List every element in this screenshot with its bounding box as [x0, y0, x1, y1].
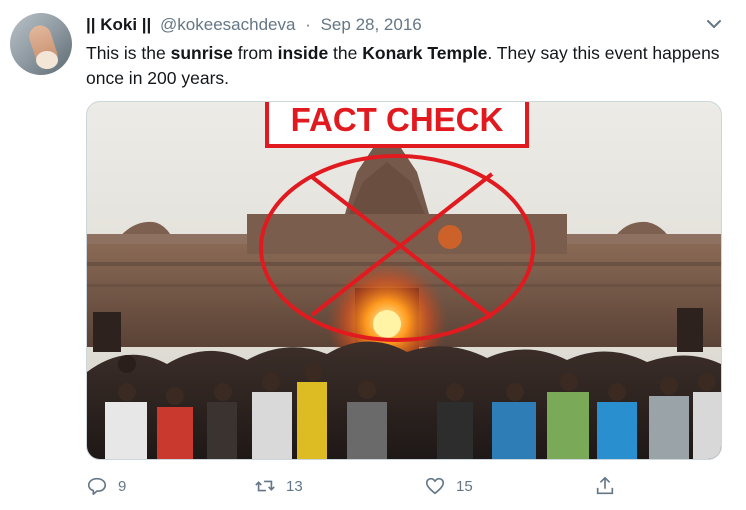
tweet-actions: 9 13 15: [86, 472, 726, 502]
separator-dot: ·: [305, 15, 311, 34]
display-name[interactable]: || Koki ||: [86, 15, 151, 34]
heart-icon: [425, 477, 445, 495]
tweet-text-bold: inside: [277, 43, 329, 63]
tweet-text-segment: the: [328, 43, 363, 63]
tweet-text-bold: sunrise: [170, 43, 233, 63]
reply-button[interactable]: 9: [86, 472, 126, 500]
share-icon: [596, 476, 614, 495]
avatar-ball: [36, 51, 58, 69]
tweet-header: || Koki || @kokeesachdeva · Sep 28, 2016: [86, 15, 422, 35]
temple-photo: FACT CHECK: [87, 102, 721, 459]
avatar[interactable]: [10, 13, 72, 75]
tweet-date[interactable]: Sep 28, 2016: [321, 15, 422, 34]
tweet-text-segment: from: [232, 43, 278, 63]
retweet-button[interactable]: 13: [254, 472, 303, 500]
chevron-down-icon[interactable]: [704, 14, 724, 34]
tweet-text: This is the sunrise from inside the Kona…: [86, 41, 726, 91]
reply-icon: [87, 477, 107, 496]
retweet-icon: [255, 480, 275, 492]
retweet-count: 13: [286, 477, 303, 495]
user-handle[interactable]: @kokeesachdeva: [160, 15, 295, 34]
like-button[interactable]: 15: [424, 472, 473, 500]
share-button[interactable]: [594, 472, 626, 500]
tweet-image[interactable]: FACT CHECK: [86, 101, 722, 460]
fact-check-label: FACT CHECK: [291, 102, 504, 138]
reply-count: 9: [118, 477, 127, 495]
tweet-text-bold: Konark Temple: [362, 43, 488, 63]
like-count: 15: [456, 477, 473, 495]
tweet-text-segment: This is the: [86, 43, 171, 63]
